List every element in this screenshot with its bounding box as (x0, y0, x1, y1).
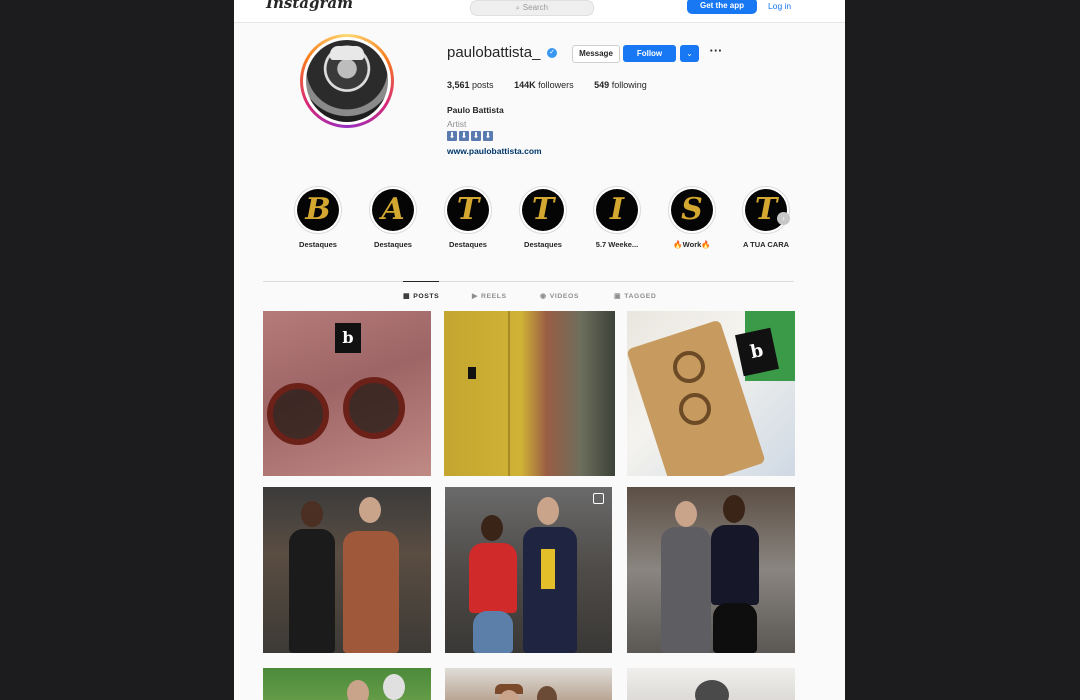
highlight-cover: T (522, 189, 564, 231)
post-thumbnail[interactable]: b (263, 311, 431, 476)
highlight-label: A TUA CARA (742, 240, 790, 249)
post-thumbnail[interactable] (445, 487, 612, 653)
post-thumbnail[interactable] (263, 668, 431, 700)
bio-emojis: ⬇ ⬇ ⬇ ⬇ (447, 131, 493, 141)
multiple-posts-icon (593, 493, 604, 504)
profile-page: Instagram ⌕ Search Get the app Log in pau… (234, 0, 845, 700)
highlight-cover: B (297, 189, 339, 231)
post-thumbnail[interactable] (444, 311, 615, 476)
get-app-button[interactable]: Get the app (687, 0, 757, 14)
tab-videos[interactable]: ◉ VIDEOS (540, 292, 579, 300)
tab-posts[interactable]: ▦ POSTS (403, 292, 439, 300)
down-arrow-icon: ⬇ (447, 131, 457, 141)
video-icon: ◉ (540, 293, 547, 300)
followers-count[interactable]: 144K followers (514, 80, 574, 90)
highlight-item[interactable]: T Destaques (511, 186, 575, 249)
suggested-dropdown-button[interactable]: ⌄ (680, 45, 699, 62)
instagram-logo[interactable]: Instagram (266, 0, 353, 12)
profile-category: Artist (447, 119, 467, 129)
profile-full-name: Paulo Battista (447, 105, 504, 115)
highlight-label: Destaques (524, 240, 562, 249)
post-thumbnail[interactable]: b (627, 311, 795, 476)
highlight-item[interactable]: S 🔥Work🔥 (660, 186, 724, 249)
posts-count: 3,561 posts (447, 80, 494, 90)
search-icon: ⌕ (515, 5, 520, 12)
highlight-label: Destaques (299, 240, 337, 249)
highlight-item[interactable]: T Destaques (436, 186, 500, 249)
highlight-label: 🔥Work🔥 (673, 240, 711, 249)
grid-icon: ▦ (403, 293, 411, 300)
sunglasses-image (267, 383, 329, 445)
highlight-item[interactable]: B Destaques (286, 186, 350, 249)
active-tab-indicator (403, 281, 439, 282)
tab-tagged[interactable]: ▣ TAGGED (614, 292, 656, 300)
highlight-label: Destaques (374, 240, 412, 249)
highlight-label: Destaques (449, 240, 487, 249)
search-placeholder: Search (522, 3, 549, 12)
highlight-cover: T (447, 189, 489, 231)
login-link[interactable]: Log in (768, 1, 791, 11)
verified-badge-icon: ✓ (547, 48, 557, 58)
down-arrow-icon: ⬇ (459, 131, 469, 141)
highlight-item[interactable]: A Destaques (361, 186, 425, 249)
post-thumbnail[interactable] (445, 668, 612, 700)
down-arrow-icon: ⬇ (471, 131, 481, 141)
tabs-divider (263, 281, 794, 282)
highlight-cover: S (671, 189, 713, 231)
following-count[interactable]: 549 following (594, 80, 647, 90)
highlight-cover: I (596, 189, 638, 231)
highlight-item[interactable]: I 5.7 Weeke... (585, 186, 649, 249)
follow-button[interactable]: Follow (623, 45, 676, 62)
profile-username: paulobattista_ (447, 44, 541, 61)
search-input[interactable]: ⌕ Search (470, 0, 594, 16)
highlight-label: 5.7 Weeke... (595, 240, 639, 249)
highlight-cover: A (372, 189, 414, 231)
tag-icon: ▣ (614, 293, 622, 300)
story-highlights: B Destaques A Destaques T Destaques T De… (286, 186, 796, 256)
tab-reels[interactable]: ▶ REELS (472, 292, 507, 300)
profile-stats: 3,561 posts 144K followers 549 following (447, 80, 665, 90)
chevron-right-icon[interactable]: › (777, 212, 790, 225)
post-thumbnail[interactable] (263, 487, 431, 653)
profile-avatar[interactable] (300, 34, 394, 128)
down-arrow-icon: ⬇ (483, 131, 493, 141)
chevron-down-icon: ⌄ (686, 49, 693, 58)
message-button[interactable]: Message (572, 45, 620, 63)
reels-icon: ▶ (472, 293, 478, 300)
post-thumbnail[interactable] (627, 668, 795, 700)
profile-website-link[interactable]: www.paulobattista.com (447, 146, 542, 156)
more-options-icon[interactable]: ··· (709, 44, 723, 58)
avatar-photo (306, 40, 388, 122)
post-thumbnail[interactable] (627, 487, 795, 653)
top-bar: Instagram ⌕ Search Get the app Log in (234, 0, 845, 23)
